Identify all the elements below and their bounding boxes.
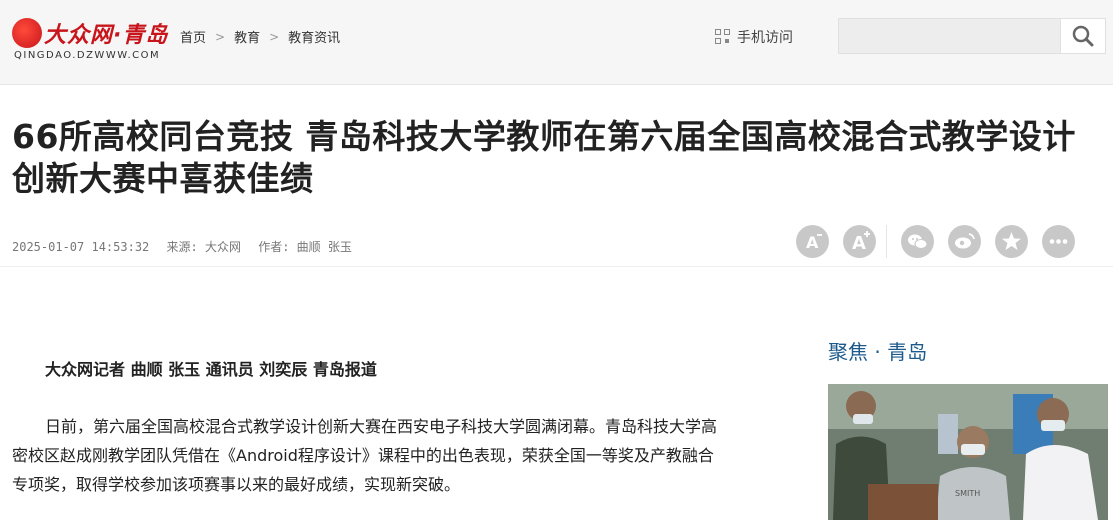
mobile-visit-label: 手机访问: [737, 30, 793, 46]
favorite-icon[interactable]: [995, 225, 1028, 258]
font-increase-icon[interactable]: A: [843, 225, 876, 258]
breadcrumb: 首页 > 教育 > 教育资讯: [180, 27, 340, 47]
qr-code-icon: [715, 29, 731, 45]
meta-divider: [0, 266, 1113, 267]
sidebar-title[interactable]: 聚焦 · 青岛: [828, 336, 927, 365]
article-byline: 大众网记者 曲顺 张玉 通讯员 刘奕辰 青岛报道: [45, 360, 377, 379]
logo-domain-text: QINGDAO.DZWWW.COM: [14, 50, 161, 61]
article-tools: A A: [796, 225, 1089, 258]
sidebar-news-image[interactable]: SMITH: [828, 384, 1108, 520]
breadcrumb-education[interactable]: 教育: [234, 27, 260, 46]
chevron-right-icon: >: [269, 29, 280, 44]
chevron-right-icon: >: [215, 29, 226, 44]
article-meta: 2025-01-07 14:53:32 来源: 大众网 作者: 曲顺 张玉: [12, 238, 362, 255]
article-paragraph: 日前，第六届全国高校混合式教学设计创新大赛在西安电子科技大学圆满闭幕。青岛科技大…: [12, 417, 718, 494]
more-icon[interactable]: [1042, 225, 1075, 258]
tools-divider: [886, 225, 887, 258]
svg-text:A: A: [852, 233, 866, 254]
search-icon: [1072, 25, 1094, 47]
breadcrumb-education-news[interactable]: 教育资讯: [288, 27, 340, 46]
search-input[interactable]: [839, 19, 1061, 53]
article-source: 来源: 大众网: [166, 240, 241, 254]
article-author: 作者: 曲顺 张玉: [258, 240, 352, 254]
logo-mark-icon: [12, 18, 42, 48]
article-title: 66所高校同台竞技 青岛科技大学教师在第六届全国高校混合式教学设计创新大赛中喜获…: [12, 117, 1076, 198]
svg-text:SMITH: SMITH: [955, 489, 980, 498]
weibo-icon[interactable]: [948, 225, 981, 258]
mobile-visit-link[interactable]: 手机访问: [715, 27, 793, 47]
site-header: 大众网·青岛 QINGDAO.DZWWW.COM 首页 > 教育 > 教育资讯 …: [0, 0, 1113, 85]
breadcrumb-home[interactable]: 首页: [180, 27, 206, 46]
search-box: [838, 18, 1106, 54]
site-logo[interactable]: 大众网·青岛 QINGDAO.DZWWW.COM: [12, 14, 167, 64]
article-datetime: 2025-01-07 14:53:32: [12, 240, 150, 254]
search-button[interactable]: [1060, 19, 1105, 53]
font-decrease-icon[interactable]: A: [796, 225, 829, 258]
logo-brand-text: 大众网·青岛: [44, 23, 169, 48]
wechat-icon[interactable]: [901, 225, 934, 258]
